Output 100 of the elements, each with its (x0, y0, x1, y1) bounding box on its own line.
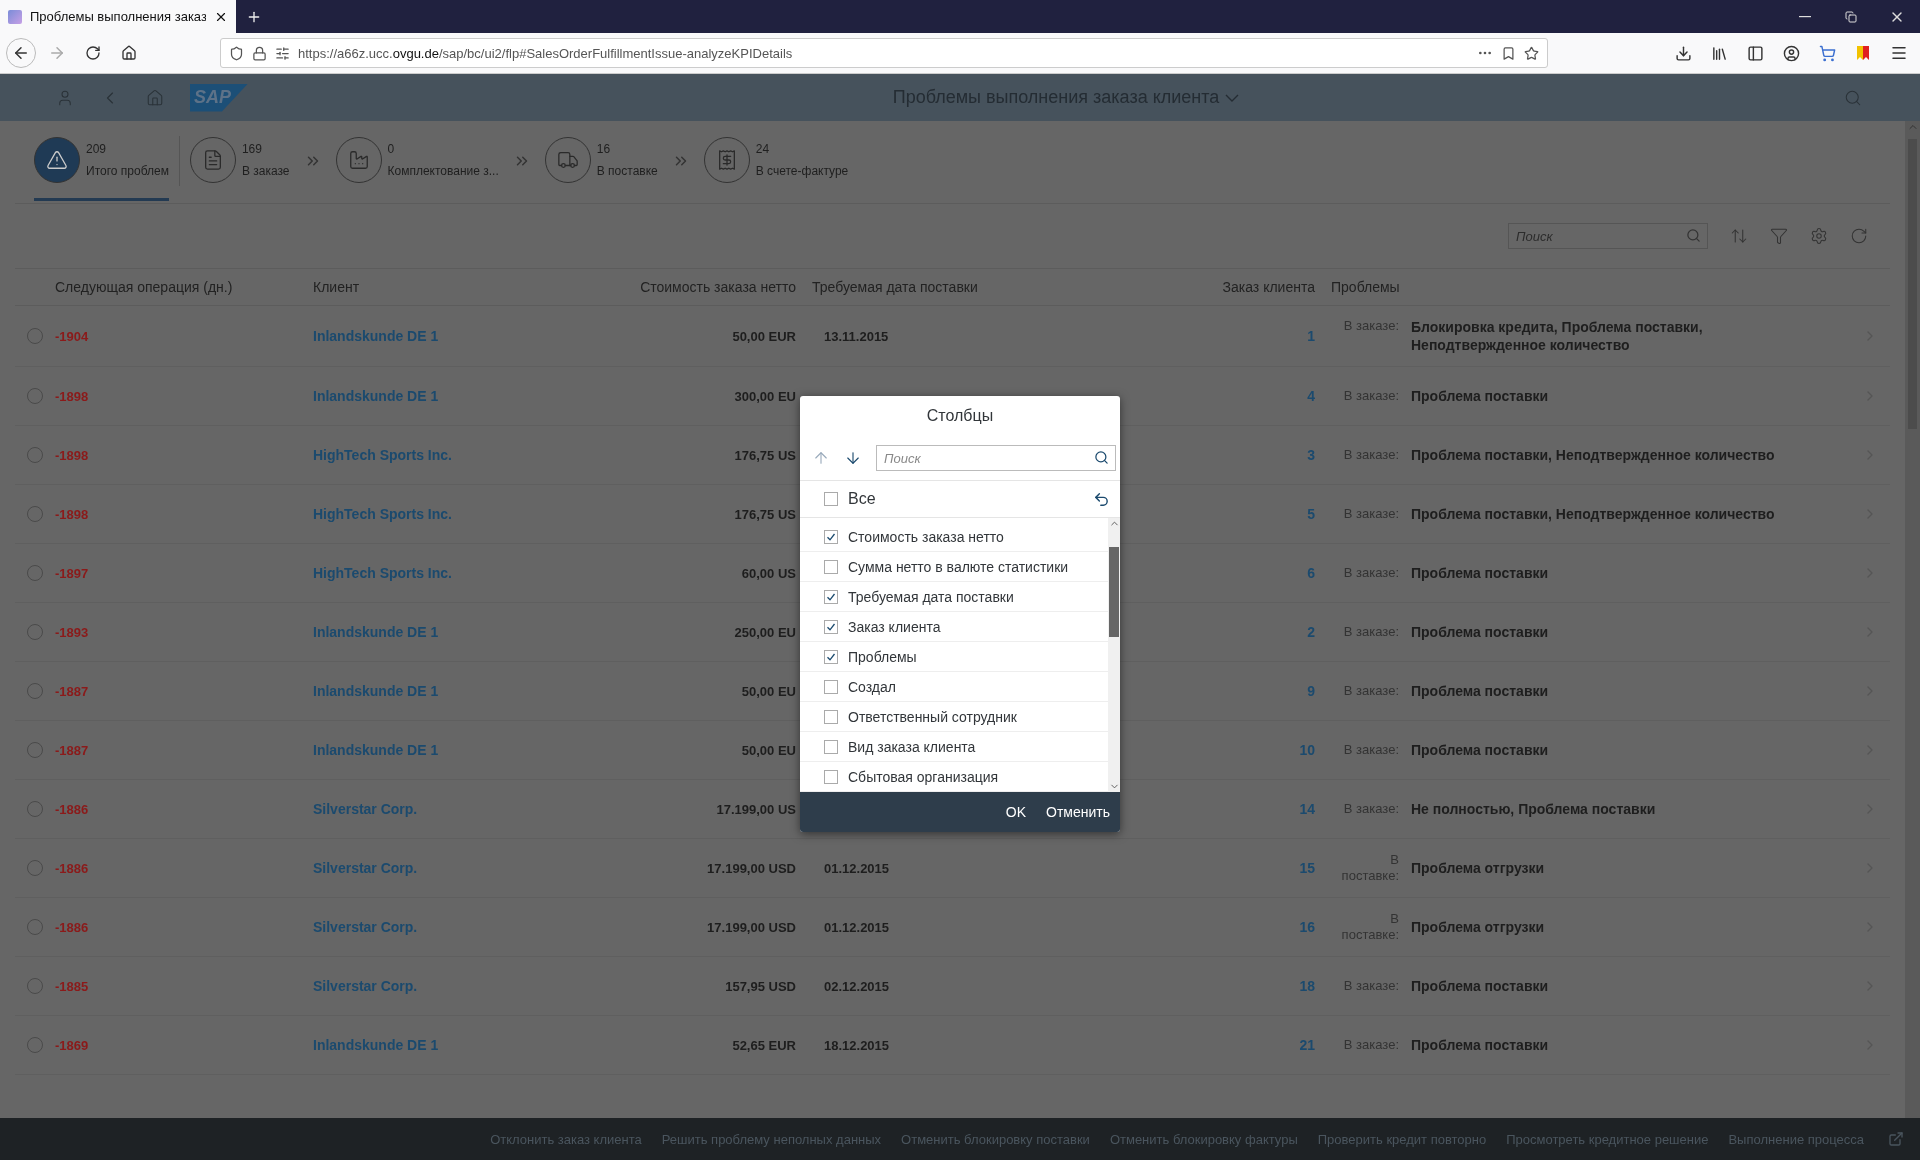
client-link[interactable]: HighTech Sports Inc. (313, 506, 452, 522)
table-cell-text: Проблема поставки (1410, 741, 1550, 759)
column-list-item[interactable]: Сумма нетто в валюте статистики (800, 552, 1108, 582)
column-list-item[interactable]: Ответственный сотрудник (800, 702, 1108, 732)
select-all-label[interactable]: Все (848, 490, 1083, 508)
checkbox[interactable] (824, 649, 838, 664)
column-list-item[interactable]: Заказ клиента (800, 612, 1108, 642)
order-link[interactable]: 1 (1098, 328, 1315, 344)
share-button[interactable] (1888, 1131, 1904, 1147)
checkbox[interactable] (824, 589, 838, 604)
action-button[interactable]: Просмотреть кредитное решение (1506, 1131, 1709, 1147)
client-link[interactable]: Silverstar Corp. (313, 919, 418, 935)
search-button[interactable] (1844, 88, 1862, 107)
client-link[interactable]: Inlandskunde DE 1 (313, 742, 439, 758)
table-cell-text: 50,00 EU (740, 742, 796, 758)
browser-tab[interactable]: Проблемы выполнения заказ (0, 0, 236, 33)
action-button[interactable]: Решить проблему неполных данных (661, 1131, 882, 1147)
table-cell-text: -1886 (55, 801, 90, 817)
client-link[interactable]: Silverstar Corp. (313, 978, 418, 994)
reload-icon (85, 45, 101, 61)
settings-button[interactable] (1810, 227, 1828, 245)
refresh-button[interactable] (1850, 227, 1868, 245)
action-button[interactable]: Отменить блокировку фактуры (1109, 1131, 1298, 1147)
minimize-icon (1799, 15, 1811, 18)
kpi-tab[interactable]: 0 Комплектование з... (335, 121, 499, 201)
order-link[interactable]: 18 (1098, 978, 1315, 994)
action-button[interactable]: Выполнение процесса (1728, 1131, 1864, 1147)
search-field[interactable]: Поиск (876, 445, 1116, 471)
checkbox[interactable] (824, 739, 838, 754)
table-cell-text: 52,65 EUR (731, 1037, 796, 1053)
column-list-item[interactable]: Вид заказа клиента (800, 732, 1108, 762)
client-link[interactable]: Inlandskunde DE 1 (313, 328, 439, 344)
table-cell-text: 157,95 USD (724, 978, 796, 994)
kpi-tab[interactable]: 24 В счете-фактуре (703, 121, 849, 201)
table-cell-text: -1869 (55, 1037, 90, 1053)
client-link[interactable]: Inlandskunde DE 1 (313, 683, 439, 699)
user-button[interactable] (56, 88, 74, 107)
table-cell-text: -1898 (55, 447, 90, 463)
table-cell-text: -1898 (55, 506, 90, 522)
factory-icon (347, 148, 370, 171)
table-cell-text: Проблема поставки (1410, 1036, 1550, 1054)
checkbox[interactable] (824, 679, 838, 694)
filter-button[interactable] (1770, 227, 1788, 245)
sidebar-icon (1746, 44, 1764, 62)
order-link[interactable]: 21 (1098, 1037, 1315, 1053)
column-list-item[interactable]: Проблемы (800, 642, 1108, 672)
action-button[interactable]: Проверить кредит повторно (1317, 1131, 1487, 1147)
checkbox[interactable] (824, 559, 838, 574)
table-cell-text: 01.12.2015 (823, 919, 891, 935)
logo: SAP (190, 83, 248, 112)
dialog-button[interactable]: Отменить (1046, 804, 1110, 820)
table-cell-text: Проблема поставки, Неподтвержденное количество (1410, 446, 1776, 464)
table-cell-text: -1898 (55, 388, 90, 404)
client-link[interactable]: Inlandskunde DE 1 (313, 388, 439, 404)
checkbox[interactable] (824, 709, 838, 724)
checkbox[interactable] (824, 492, 838, 506)
table-cell-text: Проблема отгрузки (1410, 918, 1546, 936)
client-link[interactable]: Silverstar Corp. (313, 801, 418, 817)
client-link[interactable]: Silverstar Corp. (313, 860, 418, 876)
url-text: https://a66z.ucc.ovgu.de/sap/bc/ui2/flp#SalesOrderFulfillmentIssue-analyzeKPIDetails (298, 45, 794, 61)
column-list-item[interactable]: Создал (800, 672, 1108, 702)
dialog-title: Столбцы (926, 407, 994, 425)
search-field[interactable]: Поиск (1508, 223, 1708, 249)
reset-button[interactable] (1093, 490, 1110, 508)
scrollbar[interactable] (1905, 121, 1920, 1118)
table-cell-text: 17.199,00 US (715, 801, 796, 817)
client-link[interactable]: Inlandskunde DE 1 (313, 1037, 439, 1053)
client-link[interactable]: Inlandskunde DE 1 (313, 624, 439, 640)
menu-icon (1890, 44, 1908, 62)
search-icon (1094, 450, 1109, 465)
dialog-button[interactable]: OK (1005, 804, 1026, 820)
checkbox[interactable] (824, 769, 838, 784)
address-bar[interactable]: https://a66z.ucc.ovgu.de/sap/bc/ui2/flp#SalesOrderFulfillmentIssue-analyzeKPIDetails (220, 38, 1548, 68)
filter-icon (1770, 227, 1788, 245)
column-list-item[interactable]: Стоимость заказа нетто (800, 522, 1108, 552)
scrollbar[interactable] (1108, 518, 1120, 792)
checkbox[interactable] (824, 619, 838, 634)
kpi-tab[interactable]: 209 Итого проблем (34, 121, 169, 201)
kpi-tab[interactable]: 16 В поставке (544, 121, 658, 201)
sort-button[interactable] (1730, 227, 1748, 245)
client-link[interactable]: HighTech Sports Inc. (313, 447, 452, 463)
order-link[interactable]: 15 (1098, 860, 1315, 876)
action-button[interactable]: Отклонить заказ клиента (490, 1131, 642, 1147)
move-down-button[interactable] (844, 449, 862, 467)
checkbox[interactable] (824, 529, 838, 544)
column-header: Требуемая дата поставки (811, 279, 979, 295)
kpi-tab[interactable]: 169 В заказе (189, 121, 290, 201)
table-cell-text: 18.12.2015 (823, 1037, 891, 1053)
action-button[interactable]: Отменить блокировку поставки (901, 1131, 1090, 1147)
column-list-item[interactable]: Требуемая дата поставки (800, 582, 1108, 612)
order-link[interactable]: 16 (1098, 919, 1315, 935)
shield-icon (229, 45, 244, 61)
scrollbar-thumb[interactable] (1109, 547, 1119, 637)
kpi-label: Комплектование з... (387, 163, 499, 178)
search-icon (1686, 228, 1701, 243)
table-cell-text: 60,00 US (740, 565, 796, 581)
move-up-button[interactable] (812, 449, 830, 467)
table-cell-text: 50,00 EUR (731, 328, 796, 344)
client-link[interactable]: HighTech Sports Inc. (313, 565, 452, 581)
arrow-right-icon (48, 44, 66, 62)
